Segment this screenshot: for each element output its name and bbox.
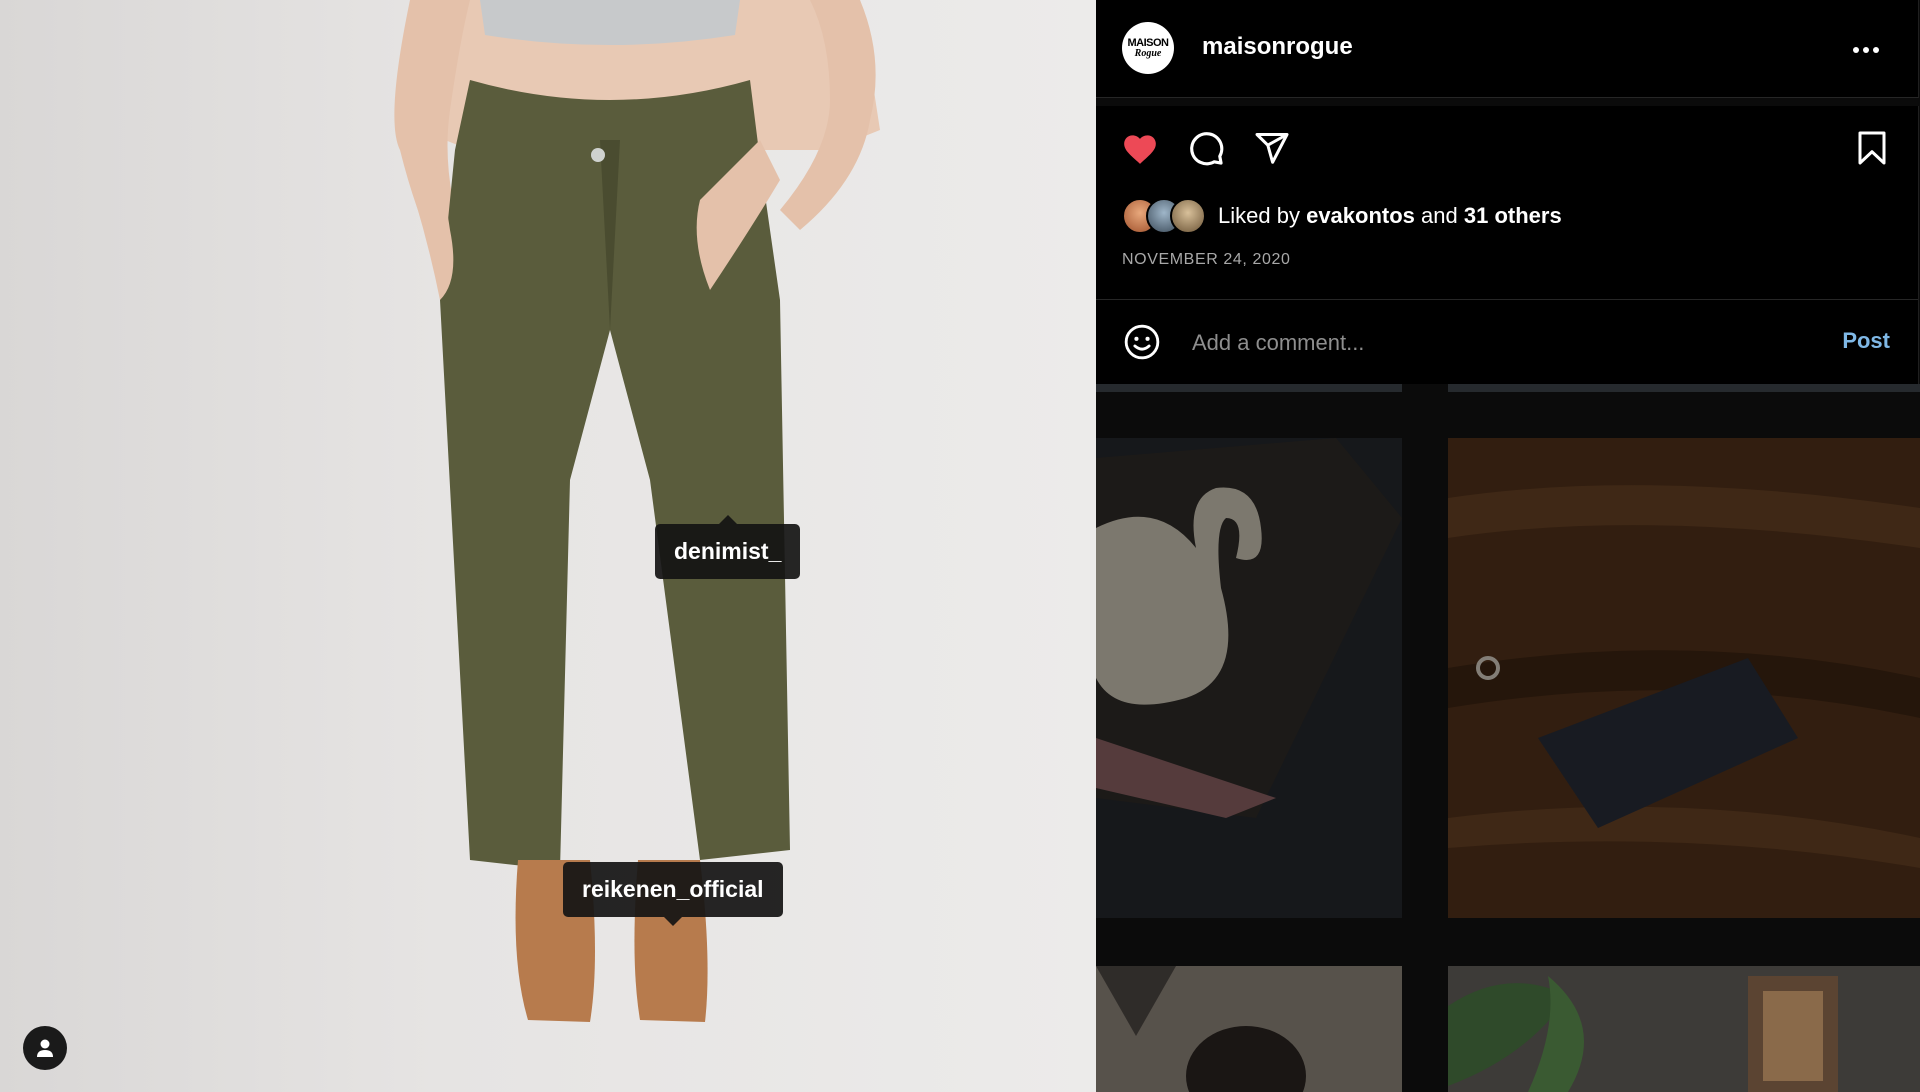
- user-tags-button[interactable]: [23, 1026, 67, 1070]
- more-horizontal-icon: [1853, 47, 1879, 53]
- post-actions: Liked by evakontos and 31 others NOVEMBE…: [1096, 106, 1919, 384]
- liked-by-others-link[interactable]: 31 others: [1464, 203, 1562, 228]
- post-panel: MAISON Rogue maisonrogue Liked by evakon…: [1096, 0, 1920, 1092]
- liked-by-text: Liked by evakontos and 31 others: [1218, 203, 1562, 229]
- like-button[interactable]: [1120, 128, 1160, 168]
- product-tag-reikenen[interactable]: reikenen_official: [563, 862, 783, 926]
- save-button[interactable]: [1852, 128, 1892, 168]
- tile-image: [1448, 966, 1920, 1092]
- grid-tile-swan[interactable]: [1096, 438, 1402, 918]
- comment-box: Post: [1096, 300, 1918, 384]
- grid-strip: [1448, 384, 1920, 392]
- emoji-button[interactable]: [1122, 322, 1162, 362]
- product-tag-denimist[interactable]: denimist_: [655, 515, 801, 579]
- avatar[interactable]: MAISON Rogue: [1122, 22, 1174, 74]
- tile-image: [1096, 438, 1402, 918]
- smiley-icon: [1124, 324, 1160, 360]
- liked-by-and: and: [1421, 203, 1458, 228]
- avatar-text-top: MAISON: [1127, 36, 1170, 49]
- heart-filled-icon: [1124, 135, 1156, 164]
- tile-image: [1096, 966, 1402, 1092]
- liked-by-prefix: Liked by: [1218, 203, 1300, 228]
- post-photo[interactable]: denimist_ reikenen_official: [0, 0, 1096, 1092]
- liker-avatar[interactable]: [1170, 198, 1206, 234]
- bookmark-icon: [1858, 131, 1886, 165]
- share-button[interactable]: [1252, 128, 1292, 168]
- comment-icon: [1190, 132, 1224, 166]
- post-date[interactable]: NOVEMBER 24, 2020: [1122, 251, 1291, 269]
- post-header: MAISON Rogue maisonrogue: [1096, 0, 1919, 98]
- photo-figure: [394, 0, 880, 1022]
- paper-plane-icon: [1255, 133, 1289, 164]
- grid-tile-portrait[interactable]: [1096, 966, 1402, 1092]
- grid-tile-wallet[interactable]: [1448, 438, 1920, 918]
- person-icon: [37, 1039, 53, 1057]
- liked-by-user-link[interactable]: evakontos: [1306, 203, 1415, 228]
- post-comment-button[interactable]: Post: [1842, 328, 1890, 354]
- tile-image: [1448, 438, 1920, 918]
- comment-input[interactable]: [1190, 324, 1774, 362]
- grid-strip: [1096, 384, 1402, 392]
- grid-tile-plant[interactable]: [1448, 966, 1920, 1092]
- username-link[interactable]: maisonrogue: [1202, 33, 1353, 61]
- likes-summary[interactable]: Liked by evakontos and 31 others: [1122, 196, 1562, 236]
- comment-button[interactable]: [1186, 128, 1226, 168]
- avatar-text-bottom: Rogue: [1134, 47, 1162, 59]
- more-options-button[interactable]: [1852, 30, 1880, 61]
